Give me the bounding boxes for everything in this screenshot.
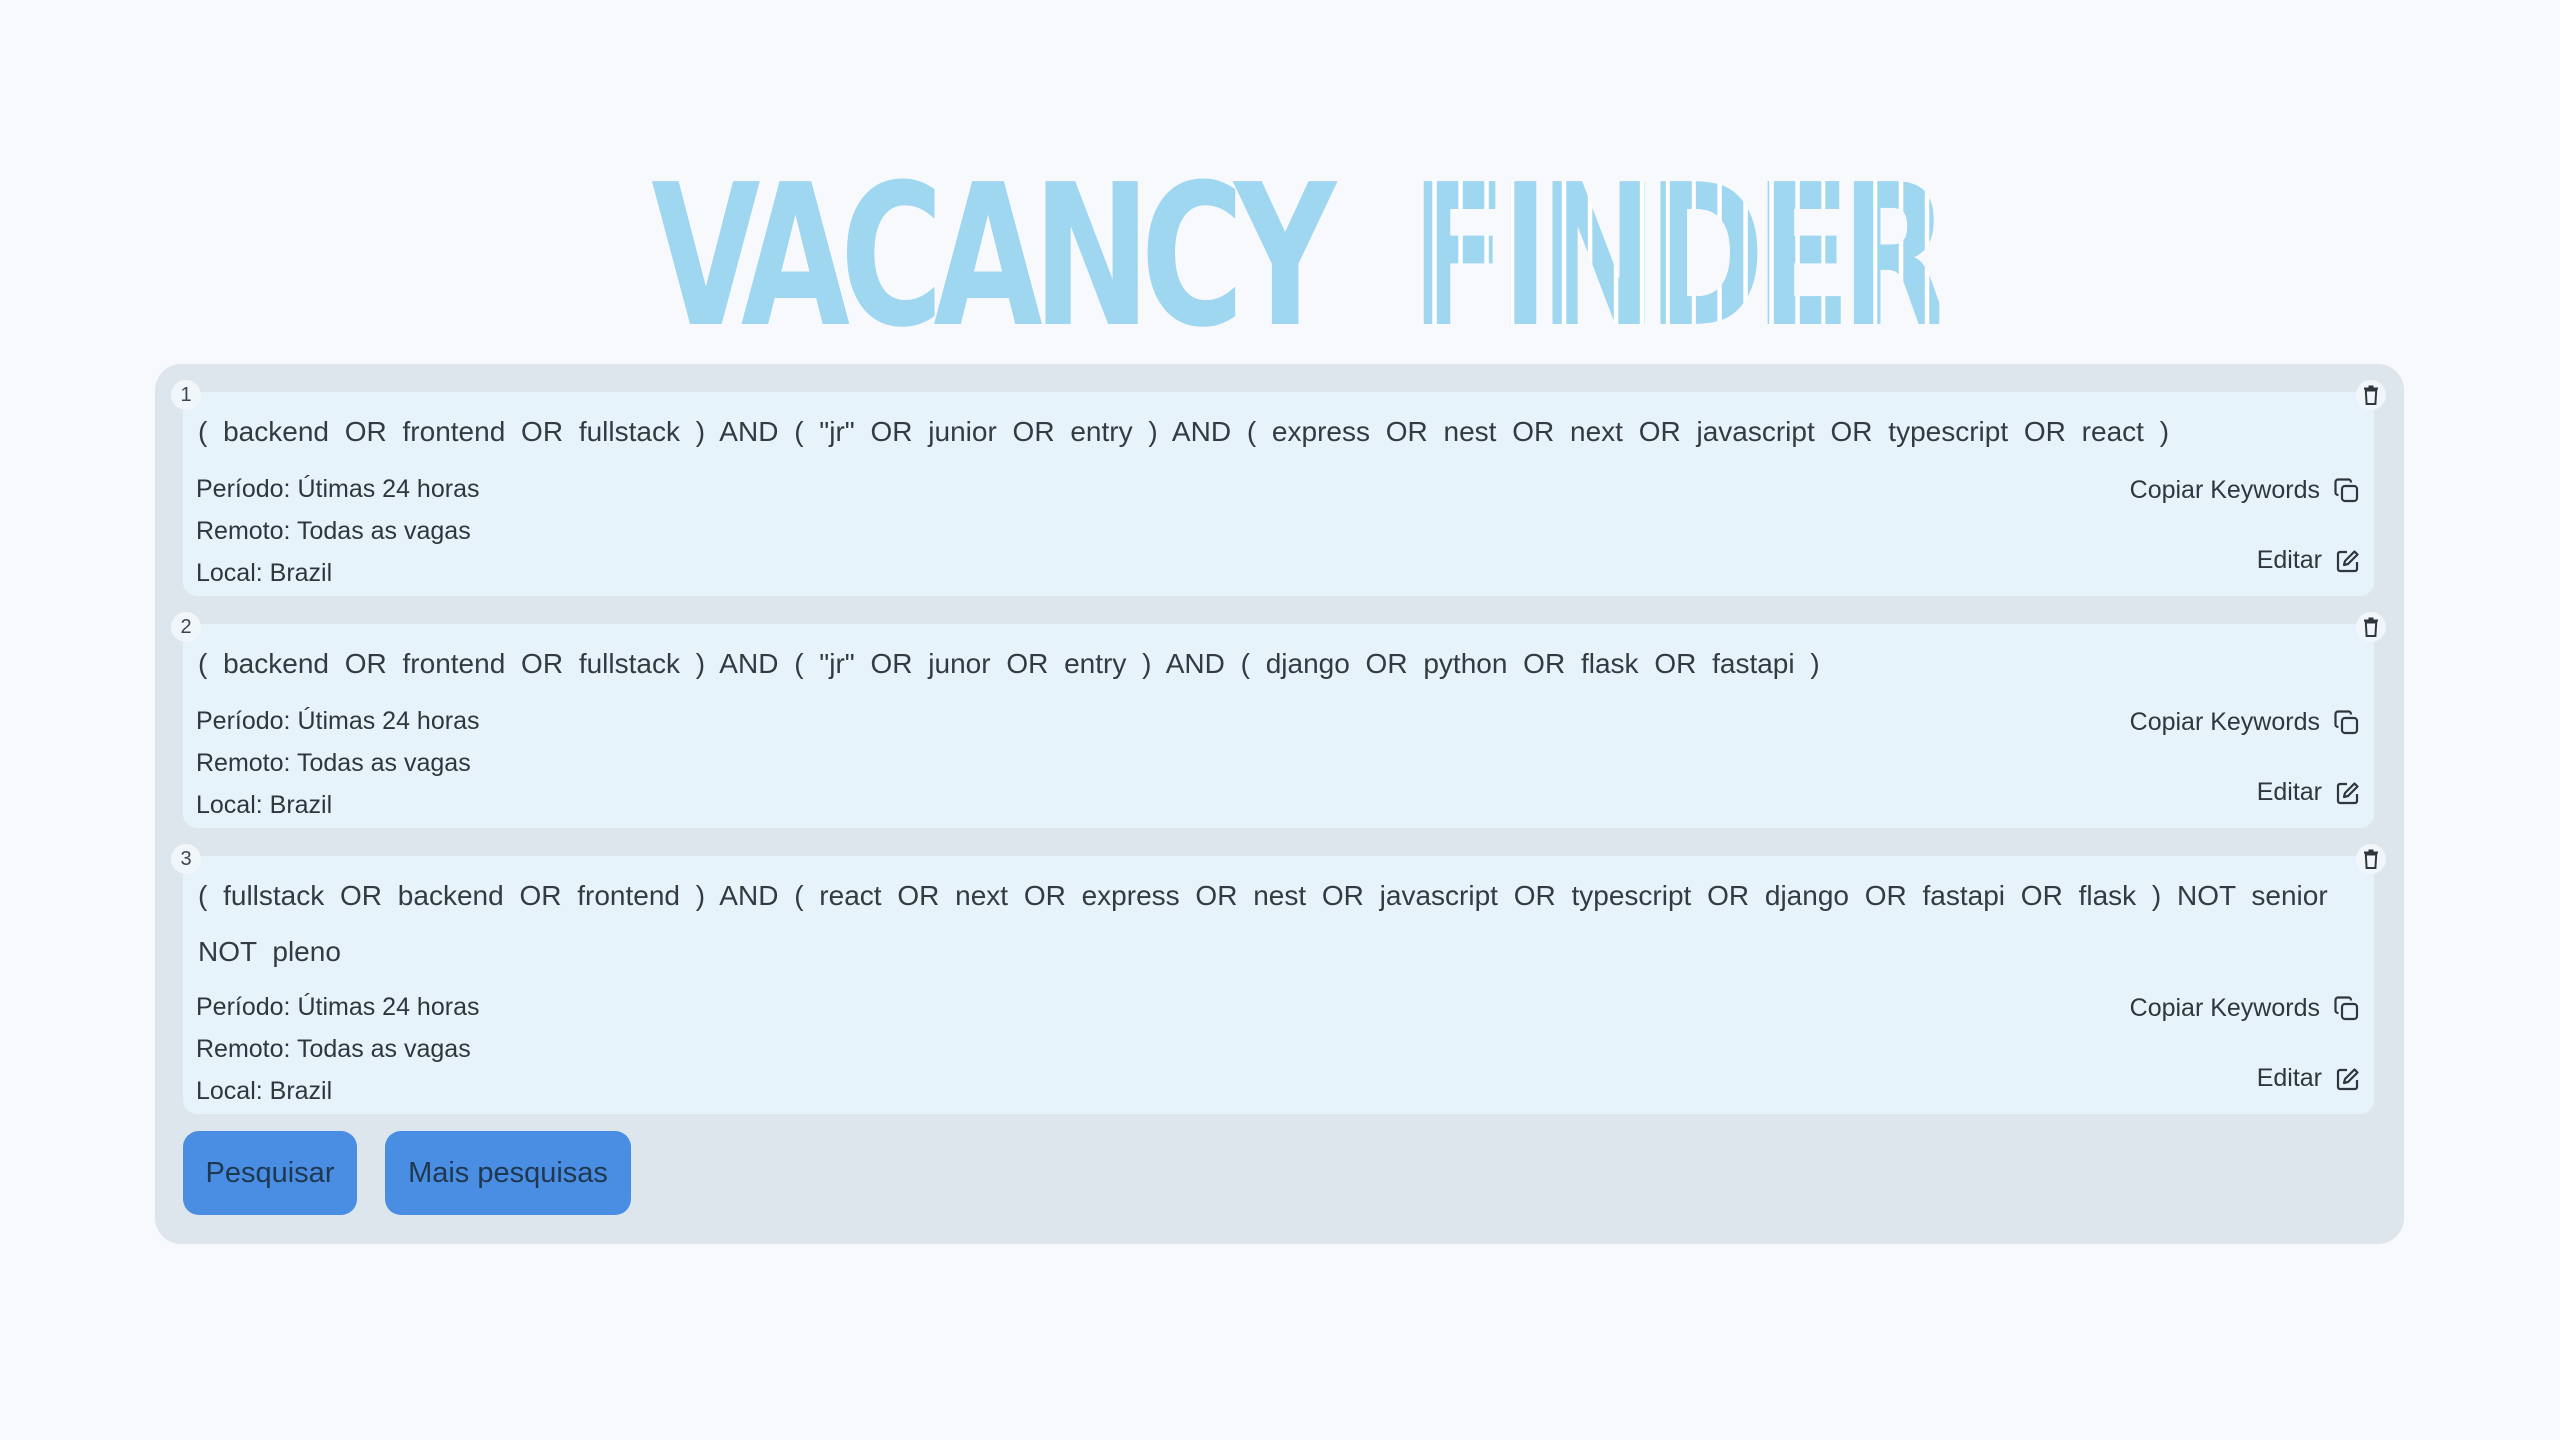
edit-search-button[interactable]: Editar xyxy=(2257,546,2360,575)
trash-icon xyxy=(2364,849,2378,869)
search-index-badge: 1 xyxy=(171,380,201,410)
period-label: Período: Útimas 24 horas xyxy=(196,707,480,735)
period-label: Período: Útimas 24 horas xyxy=(196,475,480,503)
copy-keywords-label: Copiar Keywords xyxy=(2129,708,2320,736)
logo-finder-text: FINDER xyxy=(1410,143,1949,371)
edit-label: Editar xyxy=(2256,546,2322,574)
location-label: Local: Brazil xyxy=(196,559,333,587)
search-card: 1 ( backend OR frontend OR fullstack ) A… xyxy=(171,380,2386,596)
edit-label: Editar xyxy=(2256,1064,2322,1092)
search-query-text: ( backend OR frontend OR fullstack ) AND… xyxy=(198,416,2170,447)
edit-icon xyxy=(2336,549,2359,572)
trash-icon xyxy=(2364,385,2378,405)
delete-search-button[interactable] xyxy=(2356,844,2386,874)
copy-icon xyxy=(2334,709,2359,734)
remote-label: Remoto: Todas as vagas xyxy=(196,749,471,777)
copy-icon xyxy=(2334,477,2359,502)
remote-label: Remoto: Todas as vagas xyxy=(196,1035,471,1063)
copy-keywords-label: Copiar Keywords xyxy=(2129,476,2320,504)
search-button[interactable]: Pesquisar xyxy=(183,1131,357,1215)
logo-vacancy-text: VACANCY xyxy=(651,143,1336,371)
delete-search-button[interactable] xyxy=(2356,380,2386,410)
delete-search-button[interactable] xyxy=(2356,612,2386,642)
edit-icon xyxy=(2336,781,2359,804)
copy-keywords-button[interactable]: Copiar Keywords xyxy=(2130,994,2360,1023)
period-label: Período: Útimas 24 horas xyxy=(196,993,480,1021)
edit-search-button[interactable]: Editar xyxy=(2257,1064,2360,1093)
copy-keywords-button[interactable]: Copiar Keywords xyxy=(2130,476,2360,505)
search-card: 3 ( fullstack OR backend OR frontend ) A… xyxy=(171,844,2386,1114)
copy-keywords-label: Copiar Keywords xyxy=(2129,994,2320,1022)
searches-panel: 1 ( backend OR frontend OR fullstack ) A… xyxy=(155,364,2404,1244)
location-label: Local: Brazil xyxy=(196,1077,333,1105)
search-query-text: ( fullstack OR backend OR frontend ) AND… xyxy=(198,880,2328,967)
search-index-badge: 2 xyxy=(171,612,201,642)
copy-keywords-button[interactable]: Copiar Keywords xyxy=(2130,708,2360,737)
edit-search-button[interactable]: Editar xyxy=(2257,778,2360,807)
search-query-text: ( backend OR frontend OR fullstack ) AND… xyxy=(198,648,1820,679)
search-meta: Período: Útimas 24 horas Remoto: Todas a… xyxy=(196,986,479,1112)
search-card: 2 ( backend OR frontend OR fullstack ) A… xyxy=(171,612,2386,828)
location-label: Local: Brazil xyxy=(196,791,333,819)
search-meta: Período: Útimas 24 horas Remoto: Todas a… xyxy=(196,468,479,594)
app-logo: VACANCY FINDER xyxy=(651,159,1949,355)
more-searches-button[interactable]: Mais pesquisas xyxy=(385,1131,631,1215)
copy-icon xyxy=(2334,995,2359,1020)
search-meta: Período: Útimas 24 horas Remoto: Todas a… xyxy=(196,700,479,826)
trash-icon xyxy=(2364,617,2378,637)
edit-label: Editar xyxy=(2256,778,2322,806)
edit-icon xyxy=(2336,1067,2359,1090)
search-index-badge: 3 xyxy=(171,844,201,874)
remote-label: Remoto: Todas as vagas xyxy=(196,517,471,545)
